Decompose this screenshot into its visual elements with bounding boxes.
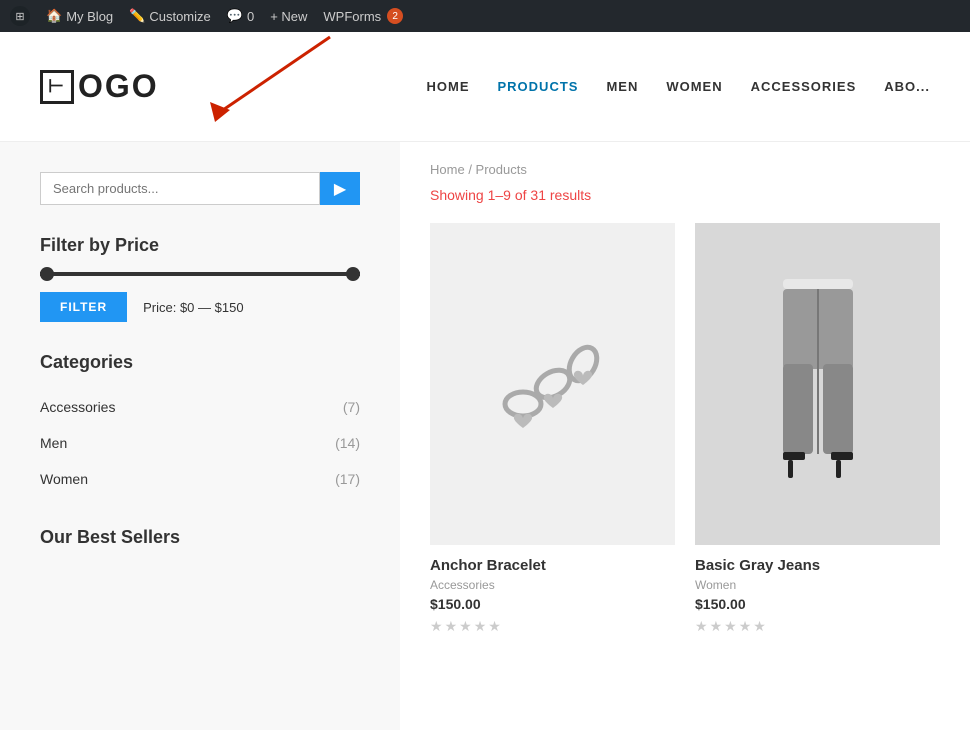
product-grid: Anchor Bracelet Accessories $150.00 ★ ★ … — [430, 223, 940, 545]
product-rating-jeans: ★ ★ ★ ★ ★ — [695, 618, 940, 635]
wp-logo-icon: ⊞ — [10, 6, 30, 26]
content-wrapper: ▶ Filter by Price FILTER Price: $0 — $15… — [0, 142, 970, 730]
product-category-bracelet: Accessories — [430, 578, 675, 592]
category-count-men: (14) — [335, 435, 360, 451]
search-box: ▶ — [40, 172, 360, 205]
wp-icon-item[interactable]: ⊞ — [10, 6, 30, 26]
category-name-accessories: Accessories — [40, 399, 115, 415]
filter-price-title: Filter by Price — [40, 235, 360, 256]
comments-count: 0 — [247, 9, 254, 24]
my-blog-label: My Blog — [66, 9, 113, 24]
star-3: ★ — [459, 618, 472, 635]
category-name-men: Men — [40, 435, 67, 451]
product-name-bracelet: Anchor Bracelet — [430, 557, 675, 574]
logo-box: ⊢ — [40, 70, 74, 104]
star-2: ★ — [445, 618, 458, 635]
categories-title: Categories — [40, 352, 360, 373]
new-item[interactable]: + New — [270, 9, 307, 24]
customize-icon: ✏️ — [129, 8, 145, 24]
category-item-men[interactable]: Men (14) — [40, 425, 360, 461]
nav-home[interactable]: HOME — [427, 79, 470, 94]
best-sellers-section: Our Best Sellers — [40, 527, 360, 548]
site-header: ⊢ OGO HOME PRODUCTS MEN WOMEN ACCESSORIE… — [0, 32, 970, 142]
new-label: + New — [270, 9, 307, 24]
category-count-women: (17) — [335, 471, 360, 487]
wpforms-badge: 2 — [387, 8, 403, 24]
star-2: ★ — [710, 618, 723, 635]
comments-icon: 💬 — [227, 8, 243, 24]
breadcrumb-separator: / — [468, 162, 475, 177]
customize-label: Customize — [149, 9, 210, 24]
bracelet-svg — [473, 304, 633, 464]
breadcrumb: Home / Products — [430, 162, 940, 177]
wpforms-label: WPForms — [323, 9, 381, 24]
breadcrumb-home[interactable]: Home — [430, 162, 465, 177]
sidebar: ▶ Filter by Price FILTER Price: $0 — $15… — [0, 142, 400, 730]
filter-row: FILTER Price: $0 — $150 — [40, 292, 360, 322]
main-nav: HOME PRODUCTS MEN WOMEN ACCESSORIES ABO.… — [427, 79, 931, 94]
category-name-women: Women — [40, 471, 88, 487]
star-4: ★ — [474, 618, 487, 635]
filter-button[interactable]: FILTER — [40, 292, 127, 322]
product-card-jeans[interactable]: Basic Gray Jeans Women $150.00 ★ ★ ★ ★ ★ — [695, 223, 940, 545]
comments-item[interactable]: 💬 0 — [227, 8, 254, 24]
nav-women[interactable]: WOMEN — [666, 79, 722, 94]
wpforms-item[interactable]: WPForms 2 — [323, 8, 403, 24]
category-item-accessories[interactable]: Accessories (7) — [40, 389, 360, 425]
price-slider-handle-right[interactable] — [346, 267, 360, 281]
filter-price-section: Filter by Price FILTER Price: $0 — $150 — [40, 235, 360, 322]
logo-letter: ⊢ — [48, 76, 66, 97]
customize-item[interactable]: ✏️ Customize — [129, 8, 211, 24]
star-5: ★ — [753, 618, 766, 635]
price-slider-handle-left[interactable] — [40, 267, 54, 281]
product-image-bracelet — [430, 223, 675, 545]
search-button[interactable]: ▶ — [320, 172, 360, 205]
product-image-jeans — [695, 223, 940, 545]
category-count-accessories: (7) — [343, 399, 360, 415]
nav-about[interactable]: ABO... — [884, 79, 930, 94]
results-count: Showing 1–9 of 31 results — [430, 187, 940, 203]
product-card-bracelet[interactable]: Anchor Bracelet Accessories $150.00 ★ ★ … — [430, 223, 675, 545]
product-name-jeans: Basic Gray Jeans — [695, 557, 940, 574]
product-category-jeans: Women — [695, 578, 940, 592]
product-info-bracelet: Anchor Bracelet Accessories $150.00 ★ ★ … — [430, 545, 675, 647]
price-range-label: Price: $0 — $150 — [143, 300, 243, 315]
star-5: ★ — [488, 618, 501, 635]
star-4: ★ — [739, 618, 752, 635]
my-blog-icon: 🏠 — [46, 8, 62, 24]
logo-text: OGO — [78, 68, 159, 105]
product-price-bracelet: $150.00 — [430, 596, 675, 612]
star-3: ★ — [724, 618, 737, 635]
main-content: Home / Products Showing 1–9 of 31 result… — [400, 142, 970, 730]
price-slider-track[interactable] — [40, 272, 360, 276]
my-blog-item[interactable]: 🏠 My Blog — [46, 8, 113, 24]
nav-products[interactable]: PRODUCTS — [498, 79, 579, 94]
nav-men[interactable]: MEN — [606, 79, 638, 94]
admin-bar: ⊞ 🏠 My Blog ✏️ Customize 💬 0 + New WPFor… — [0, 0, 970, 32]
best-sellers-title: Our Best Sellers — [40, 527, 360, 548]
category-item-women[interactable]: Women (17) — [40, 461, 360, 497]
product-rating-bracelet: ★ ★ ★ ★ ★ — [430, 618, 675, 635]
site-logo[interactable]: ⊢ OGO — [40, 68, 159, 105]
search-input[interactable] — [40, 172, 320, 205]
product-price-jeans: $150.00 — [695, 596, 940, 612]
star-1: ★ — [430, 618, 443, 635]
categories-section: Categories Accessories (7) Men (14) Wome… — [40, 352, 360, 497]
product-info-jeans: Basic Gray Jeans Women $150.00 ★ ★ ★ ★ ★ — [695, 545, 940, 647]
nav-accessories[interactable]: ACCESSORIES — [751, 79, 857, 94]
jeans-svg — [738, 274, 898, 494]
breadcrumb-products: Products — [476, 162, 527, 177]
site-wrapper: ⊢ OGO HOME PRODUCTS MEN WOMEN ACCESSORIE… — [0, 32, 970, 730]
star-1: ★ — [695, 618, 708, 635]
